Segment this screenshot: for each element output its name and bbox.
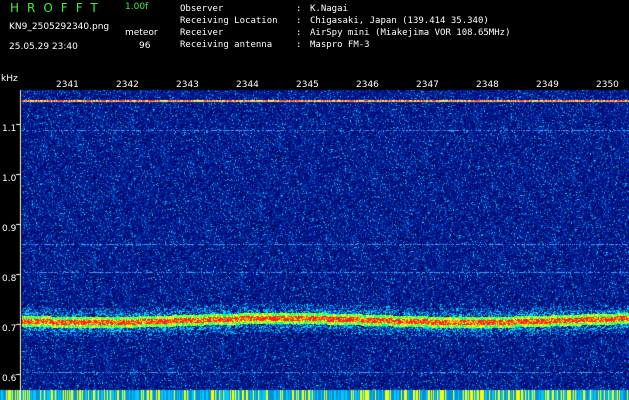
x-tick-label: 2349 — [536, 80, 559, 90]
metadata-key: Receiving Location — [180, 16, 278, 26]
metadata-row: Receiving antenna: Maspro FM-3 — [180, 39, 510, 51]
y-tick-label: 1.1 — [2, 124, 17, 134]
metadata-key: Receiver — [180, 28, 224, 38]
metadata-colon: : — [296, 40, 302, 50]
y-tick-label: 0.8 — [2, 274, 17, 284]
metadata-value: K.Nagai — [310, 4, 348, 14]
meteor-count-value: 96 — [139, 41, 151, 51]
header-panel: HROFFT 1.00f KN9_2505292340.png 25.05.29… — [0, 0, 629, 72]
metadata-row: Receiving Location: Chigasaki, Japan (139… — [180, 15, 510, 27]
x-tick-label: 2345 — [296, 80, 319, 90]
metadata-value: Chigasaki, Japan (139.414 35.340) — [310, 16, 489, 26]
x-tick-label: 2341 — [56, 80, 79, 90]
metadata-key: Observer — [180, 4, 224, 14]
app-title: HROFFT — [10, 1, 106, 15]
metadata-row: Receiver: AirSpy mini (Miakejima VOR 108.… — [180, 27, 510, 39]
meteor-count-label: meteor — [125, 28, 158, 38]
y-tick-label: 0.9 — [2, 224, 17, 234]
y-axis-unit: kHz — [1, 74, 18, 84]
metadata-value: Maspro FM-3 — [310, 40, 370, 50]
metadata-row: Observer: K.Nagai — [180, 3, 510, 15]
metadata-colon: : — [296, 4, 302, 14]
x-tick-label: 2346 — [356, 80, 379, 90]
filename-label: KN9_2505292340.png — [9, 22, 110, 32]
metadata-key: Receiving antenna — [180, 40, 273, 50]
version-label: 1.00f — [125, 2, 149, 12]
x-tick-label: 2347 — [416, 80, 439, 90]
x-tick-label: 2350 — [596, 80, 619, 90]
y-tick-label: 0.6 — [2, 374, 17, 384]
x-tick-label: 2344 — [236, 80, 259, 90]
x-tick-label: 2342 — [116, 80, 139, 90]
y-tick-label: 1.0 — [2, 174, 17, 184]
metadata-value: AirSpy mini (Miakejima VOR 108.65MHz) — [310, 28, 511, 38]
timestamp-label: 25.05.29 23:40 — [9, 42, 78, 52]
x-tick-label: 2348 — [476, 80, 499, 90]
metadata-table: Observer: K.Nagai Receiving Location: Chig… — [180, 3, 510, 51]
metadata-colon: : — [296, 28, 302, 38]
x-tick-label: 2343 — [176, 80, 199, 90]
metadata-colon: : — [296, 16, 302, 26]
y-tick-label: 0.7 — [2, 324, 17, 334]
spectrogram-canvas[interactable] — [0, 72, 629, 400]
